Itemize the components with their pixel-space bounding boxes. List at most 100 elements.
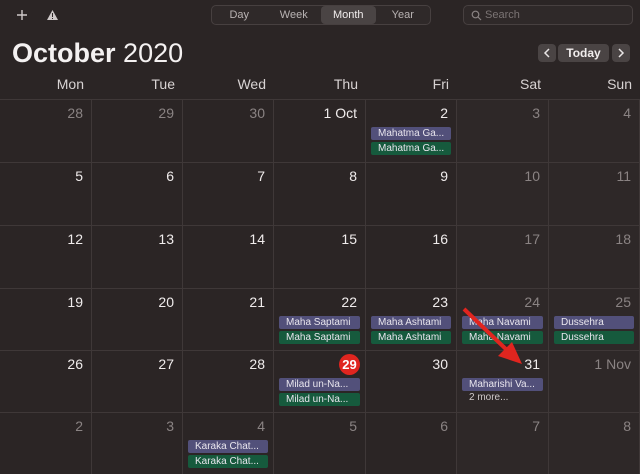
day-number: 20 xyxy=(158,294,174,310)
calendar-event[interactable]: Dussehra xyxy=(554,331,634,344)
day-cell[interactable]: 30 xyxy=(183,99,274,162)
calendar-event[interactable]: Maha Saptami xyxy=(279,316,360,329)
day-cell[interactable]: 6 xyxy=(92,162,183,225)
day-number: 6 xyxy=(166,168,174,184)
weekday-sun: Sun xyxy=(607,76,632,92)
day-cell[interactable]: 15 xyxy=(274,225,366,288)
day-number: 23 xyxy=(432,294,448,310)
day-cell[interactable]: 7 xyxy=(183,162,274,225)
day-cell[interactable]: 2 Mahatma Ga... Mahatma Ga... xyxy=(366,99,457,162)
calendar-event[interactable]: Milad un-Na... xyxy=(279,393,360,406)
day-cell[interactable]: 11 xyxy=(549,162,640,225)
day-number: 7 xyxy=(532,418,540,434)
day-cell[interactable]: 28 xyxy=(183,350,274,412)
search-field[interactable]: Search xyxy=(463,5,633,25)
day-cell[interactable]: 14 xyxy=(183,225,274,288)
view-year-button[interactable]: Year xyxy=(376,6,431,24)
day-cell[interactable]: 25 Dussehra Dussehra xyxy=(549,288,640,350)
day-cell[interactable]: 4 Karaka Chat... Karaka Chat... xyxy=(183,412,274,474)
calendar-event[interactable]: Dussehra xyxy=(554,316,634,329)
day-cell[interactable]: 7 xyxy=(457,412,549,474)
calendar-event[interactable]: Karaka Chat... xyxy=(188,440,268,453)
day-number: 27 xyxy=(158,356,174,372)
view-month-button[interactable]: Month xyxy=(321,6,376,24)
today-date-badge: 29 xyxy=(339,354,360,375)
day-cell[interactable]: 29 xyxy=(92,99,183,162)
calendar-event[interactable]: Maha Saptami xyxy=(279,331,360,344)
day-cell[interactable]: 23 Maha Ashtami Maha Ashtami xyxy=(366,288,457,350)
day-number: 4 xyxy=(257,418,265,434)
day-number: 1 Oct xyxy=(323,105,357,121)
day-number: 24 xyxy=(524,294,540,310)
day-cell[interactable]: 19 xyxy=(0,288,92,350)
warning-icon[interactable] xyxy=(42,5,62,25)
day-cell[interactable]: 17 xyxy=(457,225,549,288)
day-cell[interactable]: 5 xyxy=(274,412,366,474)
day-number: 12 xyxy=(67,231,83,247)
day-cell[interactable]: 29 Milad un-Na... Milad un-Na... xyxy=(274,350,366,412)
day-number: 16 xyxy=(432,231,448,247)
day-number: 9 xyxy=(440,168,448,184)
next-month-button[interactable] xyxy=(612,44,630,62)
day-cell[interactable]: 10 xyxy=(457,162,549,225)
day-cell[interactable]: 12 xyxy=(0,225,92,288)
day-cell[interactable]: 18 xyxy=(549,225,640,288)
day-cell[interactable]: 1 Nov xyxy=(549,350,640,412)
day-cell[interactable]: 3 xyxy=(457,99,549,162)
calendar-event[interactable]: Maha Ashtami xyxy=(371,331,451,344)
search-placeholder: Search xyxy=(485,9,520,21)
day-cell[interactable]: 4 xyxy=(549,99,640,162)
day-cell[interactable]: 2 xyxy=(0,412,92,474)
day-number: 15 xyxy=(341,231,357,247)
weekday-fri: Fri xyxy=(432,76,449,92)
calendar-event[interactable]: Mahatma Ga... xyxy=(371,142,451,155)
day-number: 29 xyxy=(158,105,174,121)
day-cell[interactable]: 6 xyxy=(366,412,457,474)
weekday-tue: Tue xyxy=(151,76,175,92)
day-cell[interactable]: 24 Maha Navami Maha Navami xyxy=(457,288,549,350)
day-cell[interactable]: 31 Maharishi Va... 2 more... xyxy=(457,350,549,412)
day-cell[interactable]: 30 xyxy=(366,350,457,412)
view-week-button[interactable]: Week xyxy=(267,6,322,24)
calendar-event[interactable]: Maha Navami xyxy=(462,331,543,344)
calendar-event[interactable]: Milad un-Na... xyxy=(279,378,360,391)
day-number: 11 xyxy=(616,168,631,184)
day-cell[interactable]: 16 xyxy=(366,225,457,288)
day-number: 28 xyxy=(249,356,265,372)
view-day-button[interactable]: Day xyxy=(212,6,267,24)
day-cell[interactable]: 20 xyxy=(92,288,183,350)
page-title: October 2020 xyxy=(12,38,183,69)
chevron-left-icon xyxy=(543,48,550,58)
day-cell[interactable]: 22 Maha Saptami Maha Saptami xyxy=(274,288,366,350)
day-cell[interactable]: 8 xyxy=(274,162,366,225)
day-cell[interactable]: 28 xyxy=(0,99,92,162)
day-cell[interactable]: 3 xyxy=(92,412,183,474)
day-cell[interactable]: 9 xyxy=(366,162,457,225)
day-cell[interactable]: 1 Oct xyxy=(274,99,366,162)
calendar-event[interactable]: Maha Ashtami xyxy=(371,316,451,329)
day-number: 30 xyxy=(249,105,265,121)
day-number: 30 xyxy=(432,356,448,372)
day-cell[interactable]: 21 xyxy=(183,288,274,350)
day-number: 4 xyxy=(623,105,631,121)
more-events-link[interactable]: 2 more... xyxy=(469,392,508,403)
day-cell[interactable]: 8 xyxy=(549,412,640,474)
calendar-event[interactable]: Maharishi Va... xyxy=(462,378,543,391)
day-cell[interactable]: 26 xyxy=(0,350,92,412)
day-number: 8 xyxy=(623,418,631,434)
day-cell[interactable]: 5 xyxy=(0,162,92,225)
weekday-wed: Wed xyxy=(237,76,266,92)
today-button[interactable]: Today xyxy=(558,44,609,62)
day-cell[interactable]: 13 xyxy=(92,225,183,288)
day-cell[interactable]: 27 xyxy=(92,350,183,412)
calendar-event[interactable]: Maha Navami xyxy=(462,316,543,329)
plus-icon[interactable] xyxy=(12,5,32,25)
weekday-mon: Mon xyxy=(56,76,84,92)
calendar-event[interactable]: Mahatma Ga... xyxy=(371,127,451,140)
day-number: 10 xyxy=(524,168,540,184)
day-number: 6 xyxy=(440,418,448,434)
day-number: 5 xyxy=(75,168,83,184)
previous-month-button[interactable] xyxy=(538,44,556,62)
calendar-event[interactable]: Karaka Chat... xyxy=(188,455,268,468)
day-number: 19 xyxy=(67,294,83,310)
